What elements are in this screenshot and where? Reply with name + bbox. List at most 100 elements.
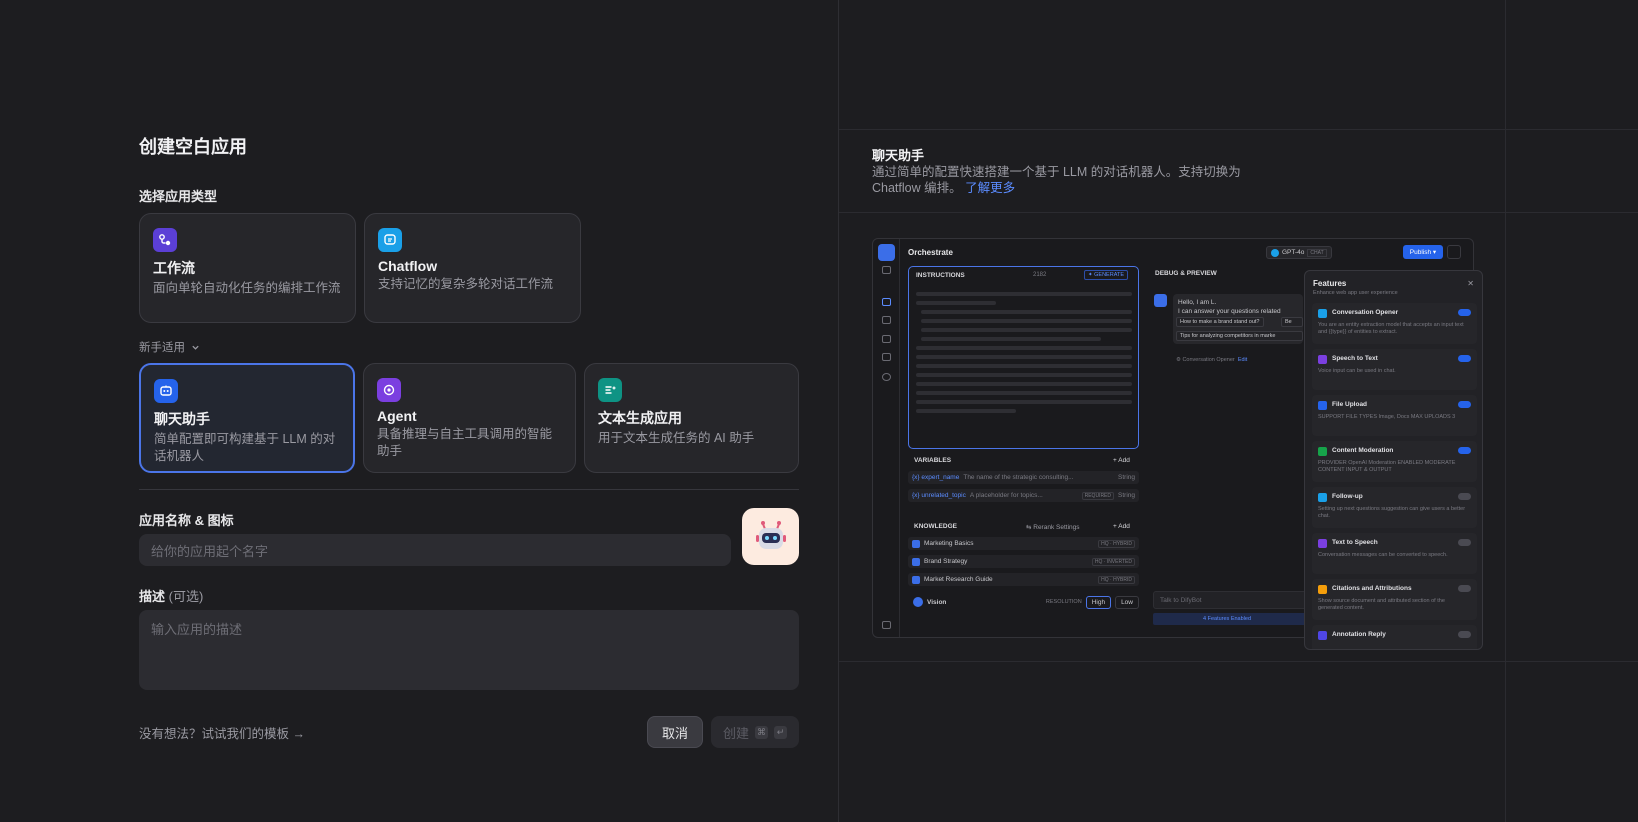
sidebar-icon bbox=[882, 621, 891, 629]
opener-edit: Edit bbox=[1237, 357, 1248, 363]
mock-variable-row: {x} unrelated_topic A placeholder for to… bbox=[908, 489, 1139, 502]
res-high-button: High bbox=[1085, 595, 1112, 609]
type-name: 文本生成应用 bbox=[598, 410, 682, 426]
type-card-chatflow[interactable]: Chatflow 支持记忆的复杂多轮对话工作流 bbox=[364, 213, 581, 323]
create-button[interactable]: 创建 ⌘ ↵ bbox=[711, 716, 799, 748]
feature-name: Text to Speech bbox=[1332, 539, 1378, 546]
kb-tag: HQ · HYBRID bbox=[1098, 575, 1135, 584]
sidebar-icon bbox=[882, 335, 891, 343]
dataset-icon bbox=[912, 539, 920, 548]
text-generation-icon bbox=[598, 378, 622, 402]
divider bbox=[139, 489, 799, 490]
mock-debug-title: DEBUG & PREVIEW bbox=[1155, 270, 1217, 277]
page-title: 创建空白应用 bbox=[139, 137, 247, 157]
type-desc: 面向单轮自动化任务的编排工作流 bbox=[153, 281, 341, 295]
try-templates-link[interactable]: 没有想法？试试我们的模板 → bbox=[139, 723, 305, 742]
mock-features-enabled: 4 Features Enabled bbox=[1153, 613, 1313, 625]
suggestion-chip: How to make a brand stand out? bbox=[1176, 317, 1264, 327]
var-desc: A placeholder for topics... bbox=[969, 492, 1043, 499]
type-card-agent[interactable]: Agent 具备推理与自主工具调用的智能助手 bbox=[363, 363, 576, 473]
grid-line bbox=[839, 212, 1638, 213]
mock-knowledge-row: Marketing Basics HQ · HYBRID bbox=[908, 537, 1139, 550]
text-line bbox=[916, 382, 1132, 386]
feature-toggle bbox=[1458, 493, 1471, 500]
var-desc: The name of the strategic consulting... bbox=[963, 474, 1074, 481]
type-desc: 具备推理与自主工具调用的智能助手 bbox=[377, 427, 553, 458]
resolution-label: RESOLUTION bbox=[1045, 599, 1082, 605]
mock-sidebar bbox=[873, 239, 900, 637]
vision-label: Vision bbox=[927, 598, 947, 606]
type-name: Agent bbox=[377, 408, 417, 424]
text-line bbox=[921, 328, 1132, 332]
type-desc: 简单配置即可构建基于 LLM 的对话机器人 bbox=[154, 432, 336, 463]
app-name-label: 应用名称 & 图标 bbox=[139, 513, 234, 528]
mock-chat-input: Talk to DifyBot bbox=[1153, 591, 1313, 609]
feature-toggle bbox=[1458, 401, 1471, 408]
feature-desc: Voice input can be used in chat. bbox=[1318, 368, 1396, 374]
select-type-label: 选择应用类型 bbox=[139, 189, 218, 204]
feature-name: Speech to Text bbox=[1332, 355, 1378, 362]
text-line bbox=[916, 409, 1016, 413]
description-textarea[interactable]: 输入应用的描述 bbox=[139, 610, 799, 690]
mock-char-count: 2182 bbox=[1033, 272, 1047, 278]
sidebar-icon bbox=[882, 353, 891, 361]
type-card-chat-assistant[interactable]: 聊天助手 简单配置即可构建基于 LLM 的对话机器人 bbox=[139, 363, 355, 473]
feature-desc: PROVIDER OpenAI Moderation ENABLED MODER… bbox=[1318, 460, 1456, 473]
chatflow-icon bbox=[378, 228, 402, 252]
app-icon-picker[interactable] bbox=[742, 508, 799, 565]
feature-item: File Upload SUPPORT FILE TYPES Image, Do… bbox=[1312, 395, 1477, 436]
close-icon: ✕ bbox=[1467, 279, 1474, 288]
type-name: 工作流 bbox=[153, 260, 195, 276]
feature-icon bbox=[1318, 401, 1327, 410]
sidebar-icon bbox=[882, 266, 891, 274]
text-line bbox=[916, 346, 1132, 350]
feature-icon bbox=[1318, 447, 1327, 456]
text-line bbox=[916, 400, 1132, 404]
description-label-text: 描述 bbox=[139, 589, 166, 604]
optional-hint: (可选) bbox=[168, 589, 204, 604]
mock-add-knowledge: + Add bbox=[1113, 523, 1130, 530]
feature-icon bbox=[1318, 585, 1327, 594]
beginner-label: 新手适用 bbox=[139, 342, 185, 354]
type-card-workflow[interactable]: 工作流 面向单轮自动化任务的编排工作流 bbox=[139, 213, 356, 323]
text-line bbox=[921, 337, 1101, 341]
enter-key-icon: ↵ bbox=[774, 725, 787, 739]
cancel-button[interactable]: 取消 bbox=[647, 716, 703, 748]
var-name: {x} unrelated_topic bbox=[912, 492, 966, 499]
features-subtitle: Enhance web app user experience bbox=[1313, 290, 1398, 296]
robot-icon bbox=[755, 520, 786, 549]
description-label: 描述 (可选) bbox=[139, 586, 203, 605]
var-name: {x} expert_name bbox=[912, 474, 960, 481]
suggestion-chip: Tips for analyzing competitors in marke bbox=[1176, 331, 1303, 341]
type-name: Chatflow bbox=[378, 258, 438, 274]
mock-features-panel: Features Enhance web app user experience… bbox=[1304, 270, 1483, 650]
mock-add-variable: + Add bbox=[1113, 457, 1130, 464]
feature-item: Text to Speech Conversation messages can… bbox=[1312, 533, 1477, 574]
learn-more-link[interactable]: 了解更多 bbox=[965, 181, 1015, 195]
type-card-text-generation[interactable]: 文本生成应用 用于文本生成任务的 AI 助手 bbox=[584, 363, 799, 473]
bot-avatar-icon bbox=[1154, 294, 1167, 307]
feature-icon bbox=[1318, 493, 1327, 502]
feature-toggle bbox=[1458, 447, 1471, 454]
feature-toggle bbox=[1458, 309, 1471, 316]
mock-rerank-settings: ⇆ Rerank Settings bbox=[1026, 524, 1080, 531]
kb-tag: HQ · HYBRID bbox=[1098, 539, 1135, 548]
mock-instructions-title: INSTRUCTIONS bbox=[916, 272, 965, 279]
mock-variables-title: VARIABLES bbox=[914, 457, 952, 464]
mock-model-name: GPT-4o bbox=[1282, 249, 1305, 256]
feature-name: File Upload bbox=[1332, 401, 1368, 408]
features-title: Features bbox=[1313, 279, 1347, 288]
mock-model-tag: CHAT bbox=[1307, 248, 1327, 257]
create-app-panel: 创建空白应用 选择应用类型 工作流 面向单轮自动化任务的编排工作流 Chatfl… bbox=[0, 0, 838, 822]
mock-generate-button: ✦ GENERATE bbox=[1084, 270, 1128, 280]
type-desc: 用于文本生成任务的 AI 助手 bbox=[598, 431, 755, 445]
feature-name: Annotation Reply bbox=[1332, 631, 1386, 638]
feature-toggle bbox=[1458, 631, 1471, 638]
beginner-toggle[interactable]: 新手适用 bbox=[139, 339, 200, 355]
chat-assistant-icon bbox=[154, 379, 178, 403]
app-name-input[interactable]: 给你的应用起个名字 bbox=[139, 534, 731, 566]
mock-instructions: INSTRUCTIONS 2182 ✦ GENERATE bbox=[908, 266, 1139, 449]
kb-name: Market Research Guide bbox=[924, 576, 993, 583]
mock-publish-button: Publish ▾ bbox=[1403, 245, 1443, 259]
preview-description-text: 通过简单的配置快速搭建一个基于 LLM 的对话机器人。支持切换为 Chatflo… bbox=[872, 165, 1241, 195]
